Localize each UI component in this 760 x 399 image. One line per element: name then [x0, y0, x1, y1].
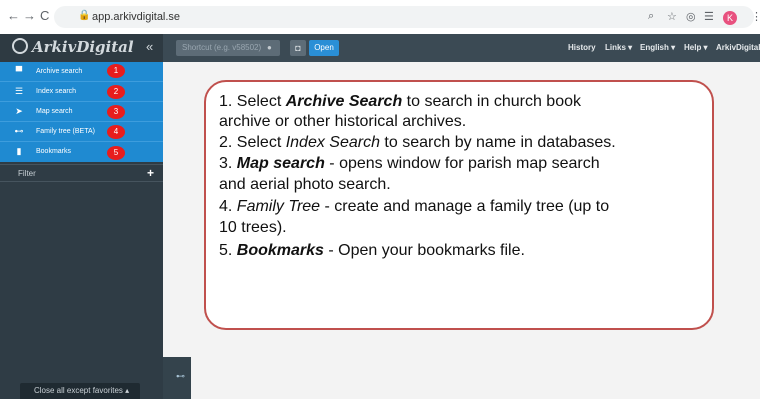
instruction-line: 10 trees). — [219, 219, 287, 236]
menu-history[interactable]: History — [568, 43, 596, 52]
instruction-line: 1. Select Archive Search to search in ch… — [219, 93, 581, 110]
step-badge: 1 — [107, 64, 125, 78]
close-all-except-favorites-button[interactable]: Close all except favorites ▴ — [20, 383, 140, 399]
extension-icon[interactable]: ◎ — [686, 10, 696, 23]
open-button[interactable]: Open — [309, 40, 339, 56]
list-icon: ☰ — [14, 86, 24, 96]
panel-toggle[interactable]: ⊷ — [163, 357, 191, 399]
camera-icon[interactable]: ◘ — [290, 40, 306, 56]
instruction-line: 2. Select Index Search to search by name… — [219, 134, 616, 151]
step-badge: 5 — [107, 146, 125, 160]
collapse-sidebar-icon[interactable]: « — [146, 39, 153, 54]
profile-avatar-icon[interactable]: K — [723, 11, 737, 25]
logo-icon — [12, 38, 28, 54]
sidebar-item-label: Family tree (BETA) — [36, 128, 95, 135]
lock-icon: 🔒 — [78, 10, 91, 21]
forward-icon[interactable]: → — [23, 8, 36, 23]
sidebar-item-label: Index search — [36, 88, 77, 95]
instruction-line: 5. Bookmarks - Open your bookmarks file. — [219, 242, 525, 259]
sidebar-menu: ▀ Archive search 1 ☰ Index search 2 ➤ Ma… — [0, 62, 163, 162]
instruction-line: 3. Map search - opens window for parish … — [219, 155, 600, 172]
step-badge: 2 — [107, 85, 125, 99]
filter-row[interactable]: Filter + — [0, 164, 163, 182]
bookmark-icon: ▮ — [16, 146, 22, 156]
more-icon[interactable]: ⋮ — [751, 10, 760, 23]
sidebar-item-bookmarks[interactable]: ▮ Bookmarks 5 — [0, 142, 163, 162]
sidebar-item-map-search[interactable]: ➤ Map search 3 — [0, 102, 163, 122]
sidebar-item-label: Map search — [36, 108, 73, 115]
back-icon[interactable]: ← — [7, 8, 20, 23]
star-icon[interactable]: ☆ — [667, 10, 677, 23]
brand-name: ArkivDigital — [32, 38, 134, 56]
clear-icon[interactable]: ● — [267, 43, 272, 52]
reload-icon[interactable]: C — [40, 8, 49, 23]
instruction-line: and aerial photo search. — [219, 176, 391, 193]
sidebar-item-index-search[interactable]: ☰ Index search 2 — [0, 82, 163, 102]
family-tree-icon: ⊷ — [14, 126, 24, 136]
menu-help[interactable]: Help ▾ — [684, 43, 708, 52]
browser-toolbar: ← → C 🔒 app.arkivdigital.se ⌕ ☆ ◎ ☰ K ⋮ — [0, 0, 760, 35]
sidebar-item-label: Bookmarks — [36, 148, 72, 155]
add-filter-icon[interactable]: + — [147, 166, 154, 180]
url-text[interactable]: app.arkivdigital.se — [92, 11, 180, 23]
instruction-line: archive or other historical archives. — [219, 113, 467, 130]
filter-label: Filter — [18, 169, 36, 178]
menu-arkivdigital[interactable]: ArkivDigital — [716, 43, 760, 52]
tree-toggle-icon: ⊷ — [176, 371, 185, 381]
menu-english[interactable]: English ▾ — [640, 43, 675, 52]
step-badge: 3 — [107, 105, 125, 119]
sidebar-item-archive-search[interactable]: ▀ Archive search 1 — [0, 62, 163, 82]
location-arrow-icon: ➤ — [15, 106, 23, 116]
instruction-line: 4. Family Tree - create and manage a fam… — [219, 198, 610, 215]
archive-icon: ▀ — [15, 66, 23, 76]
sidebar-item-label: Archive search — [36, 68, 83, 75]
menu-links[interactable]: Links ▾ — [605, 43, 632, 52]
zoom-icon[interactable]: ⌕ — [648, 10, 654, 23]
reader-icon[interactable]: ☰ — [704, 10, 714, 23]
shortcut-input[interactable]: Shortcut (e.g. v58502) — [176, 40, 280, 56]
step-badge: 4 — [107, 125, 125, 139]
sidebar-item-family-tree[interactable]: ⊷ Family tree (BETA) 4 — [0, 122, 163, 142]
